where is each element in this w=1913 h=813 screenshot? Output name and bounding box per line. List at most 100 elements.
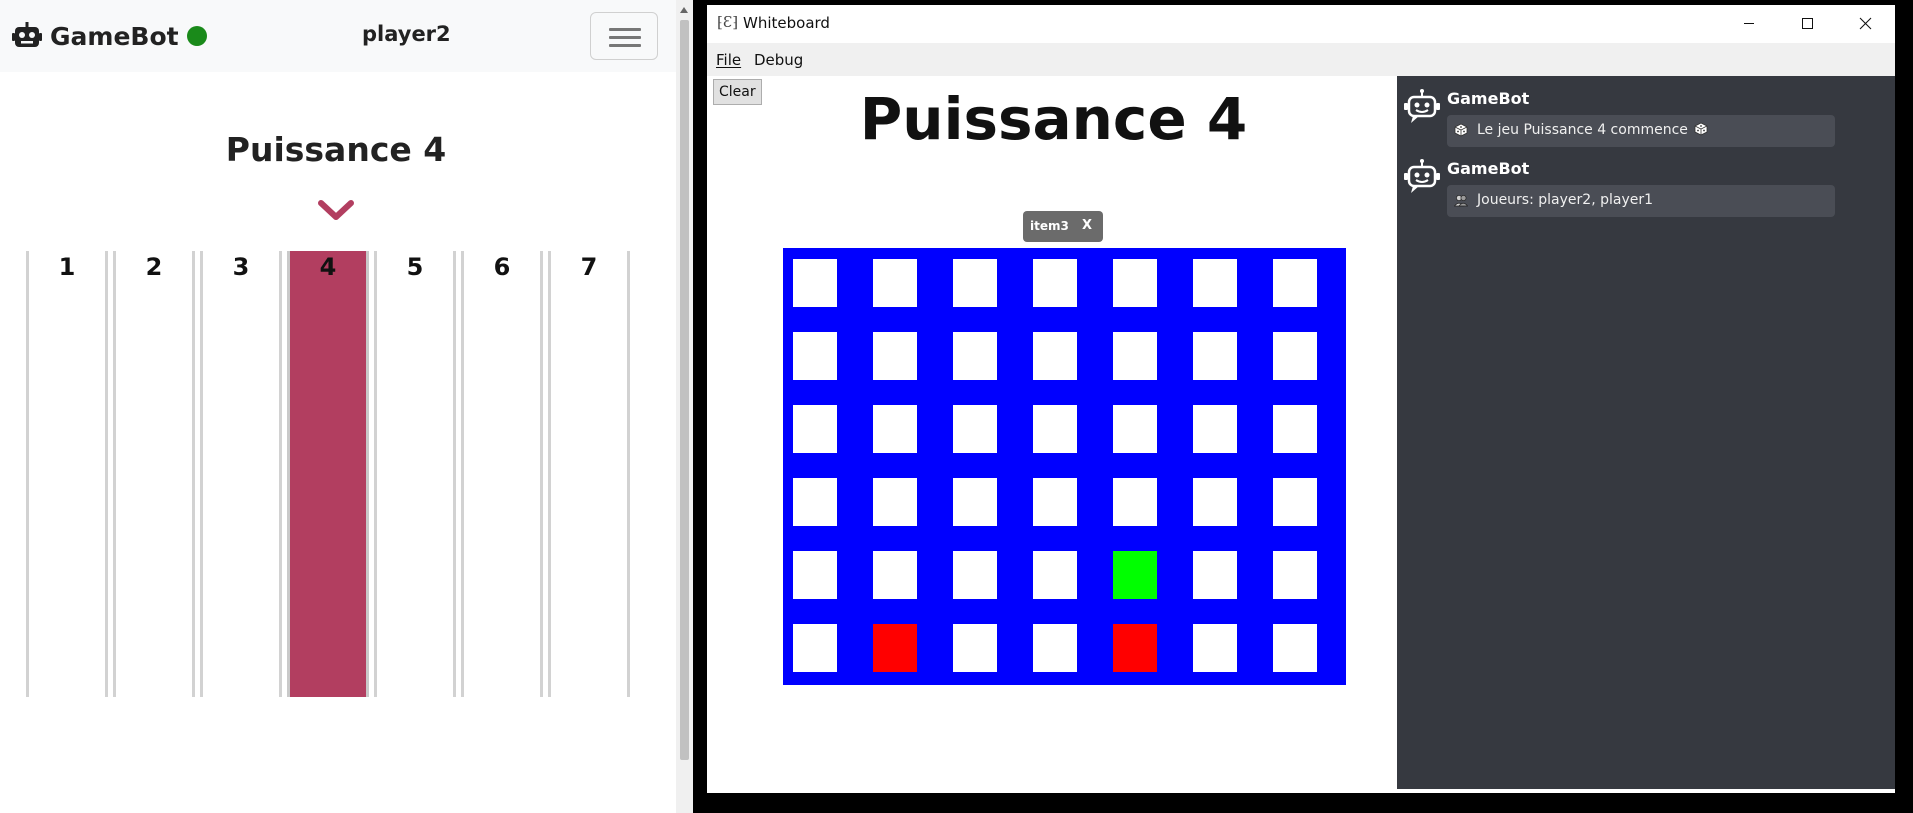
menu-debug[interactable]: Debug bbox=[754, 51, 803, 69]
board-cell bbox=[1033, 259, 1077, 307]
whiteboard-canvas[interactable]: Clear Puissance 4 item3 X bbox=[710, 76, 1397, 789]
board-cell bbox=[1033, 624, 1077, 672]
scroll-up-arrow-icon[interactable] bbox=[680, 7, 688, 13]
board-cell bbox=[1033, 405, 1077, 453]
board-cell bbox=[873, 478, 917, 526]
minimize-icon[interactable] bbox=[1720, 5, 1778, 43]
column-label: 3 bbox=[232, 253, 250, 281]
column-label: 2 bbox=[145, 253, 163, 281]
board-cell bbox=[793, 624, 837, 672]
column-7[interactable]: 7 bbox=[548, 251, 630, 697]
column-6[interactable]: 6 bbox=[461, 251, 543, 697]
board-cell bbox=[1273, 332, 1317, 380]
robot-icon bbox=[12, 22, 42, 47]
board-cell bbox=[793, 332, 837, 380]
board-cell bbox=[1193, 405, 1237, 453]
column-label: 5 bbox=[406, 253, 424, 281]
column-3[interactable]: 3 bbox=[200, 251, 282, 697]
hamburger-icon bbox=[609, 28, 641, 31]
game-title: Puissance 4 bbox=[225, 130, 447, 169]
item-tag-close-button[interactable]: X bbox=[1082, 218, 1092, 233]
board-cell bbox=[1113, 332, 1157, 380]
chat-message: GameBot Le jeu Puissance 4 commence bbox=[1397, 82, 1895, 148]
board-cell bbox=[953, 405, 997, 453]
board-cell bbox=[1033, 478, 1077, 526]
board-cell bbox=[873, 551, 917, 599]
board-cell bbox=[1273, 551, 1317, 599]
board-cell bbox=[1113, 478, 1157, 526]
board-cell bbox=[1273, 624, 1317, 672]
board-cell bbox=[1273, 478, 1317, 526]
board-cell bbox=[1193, 259, 1237, 307]
column-5[interactable]: 5 bbox=[374, 251, 456, 697]
message-text: Joueurs: player2, player1 bbox=[1477, 192, 1654, 208]
chat-panel: GameBot Le jeu Puissance 4 commence Game… bbox=[1397, 76, 1895, 789]
board-heading: Puissance 4 bbox=[859, 85, 1248, 153]
browser-page: GameBot player2 Puissance 4 1 2 3 4 5 6 … bbox=[0, 0, 676, 813]
message-bubble: Le jeu Puissance 4 commence bbox=[1447, 115, 1835, 147]
maximize-icon[interactable] bbox=[1778, 5, 1836, 43]
board-cell bbox=[953, 478, 997, 526]
app-icon: ⁅Ɛ⁆ bbox=[717, 13, 739, 31]
item-tag[interactable]: item3 X bbox=[1023, 211, 1103, 242]
brand[interactable]: GameBot bbox=[12, 17, 207, 55]
item-tag-label: item3 bbox=[1030, 219, 1069, 233]
board-cell bbox=[873, 332, 917, 380]
message-text: Le jeu Puissance 4 commence bbox=[1477, 122, 1688, 138]
bot-avatar-icon bbox=[1404, 89, 1440, 123]
board-cell bbox=[1033, 332, 1077, 380]
message-bubble: Joueurs: player2, player1 bbox=[1447, 185, 1835, 217]
board-piece bbox=[873, 624, 917, 672]
bot-avatar-icon bbox=[1404, 159, 1440, 193]
close-icon[interactable] bbox=[1836, 5, 1894, 43]
column-label: 1 bbox=[58, 253, 76, 281]
board-cell bbox=[793, 259, 837, 307]
board-cell bbox=[1193, 551, 1237, 599]
brand-label: GameBot bbox=[50, 21, 179, 51]
message-sender: GameBot bbox=[1447, 159, 1530, 178]
dice-icon bbox=[1454, 123, 1468, 137]
dice-icon bbox=[1694, 122, 1708, 136]
board-cell bbox=[1113, 405, 1157, 453]
column-1[interactable]: 1 bbox=[26, 251, 108, 697]
online-status-indicator bbox=[186, 26, 207, 46]
board-cell bbox=[953, 624, 997, 672]
board-cell bbox=[1193, 624, 1237, 672]
hamburger-icon-bar bbox=[609, 44, 641, 47]
column-4[interactable]: 4 bbox=[287, 251, 369, 697]
board-piece bbox=[1113, 551, 1157, 599]
game-board bbox=[783, 248, 1346, 685]
chat-message: GameBot Joueurs: player2, player1 bbox=[1397, 152, 1895, 218]
column-2[interactable]: 2 bbox=[113, 251, 195, 697]
navbar: GameBot player2 bbox=[0, 0, 676, 72]
chevron-down-icon bbox=[318, 200, 354, 220]
scroll-thumb[interactable] bbox=[680, 20, 689, 760]
hamburger-icon-bar bbox=[609, 36, 641, 39]
board-cell bbox=[953, 259, 997, 307]
message-sender: GameBot bbox=[1447, 89, 1530, 108]
player-name: player2 bbox=[362, 22, 451, 46]
board-cell bbox=[1113, 259, 1157, 307]
board-cell bbox=[1193, 478, 1237, 526]
board-cell bbox=[953, 551, 997, 599]
players-icon bbox=[1454, 195, 1468, 207]
menu-toggle-button[interactable] bbox=[590, 12, 658, 60]
board-cell bbox=[793, 405, 837, 453]
board-cell bbox=[1273, 259, 1317, 307]
whiteboard-window: ⁅Ɛ⁆ Whiteboard File Debug Clear Puissanc… bbox=[707, 5, 1895, 793]
column-label: 4 bbox=[319, 253, 337, 281]
board-cell bbox=[793, 478, 837, 526]
board-cell bbox=[793, 551, 837, 599]
title-bar[interactable]: ⁅Ɛ⁆ Whiteboard bbox=[707, 5, 1895, 43]
vertical-scrollbar[interactable] bbox=[676, 0, 693, 813]
menu-file[interactable]: File bbox=[716, 51, 741, 69]
board-cell bbox=[953, 332, 997, 380]
board-cell bbox=[1273, 405, 1317, 453]
board-cell bbox=[1193, 332, 1237, 380]
board-piece bbox=[1113, 624, 1157, 672]
column-label: 7 bbox=[580, 253, 598, 281]
menu-bar: File Debug bbox=[707, 43, 1895, 76]
column-label: 6 bbox=[493, 253, 511, 281]
message-text-wrap: Le jeu Puissance 4 commence bbox=[1477, 122, 1708, 138]
window-title: Whiteboard bbox=[743, 14, 830, 32]
